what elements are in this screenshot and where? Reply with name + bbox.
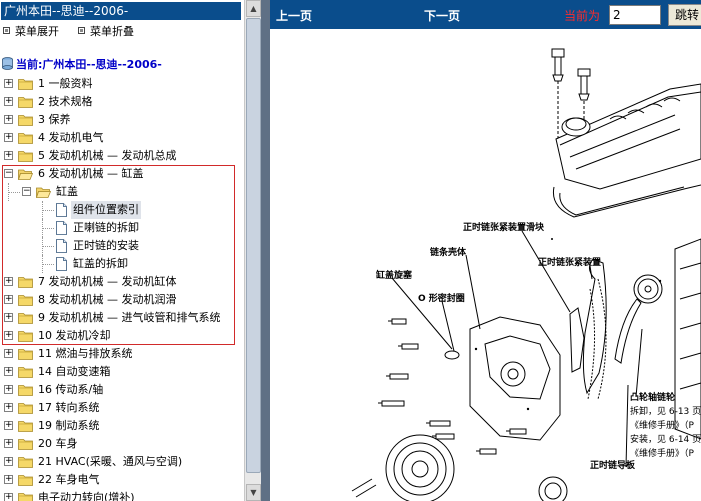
callout-chain-case: 链条壳体 [430,248,467,258]
expand-toggle-icon[interactable]: + [4,439,13,448]
pane-title: 广州本田--思迪--2006- [1,2,241,20]
menu-collapse-label: 菜单折叠 [90,25,134,38]
tree-item-label: 14 自动变速箱 [38,365,111,378]
tree-item-label: 1 一般资料 [38,77,93,90]
expand-toggle-icon[interactable]: + [4,403,13,412]
tree-root-label: 当前:广州本田--思迪--2006- [16,58,162,71]
tree-item-label: 5 发动机机械 — 发动机总成 [38,149,177,162]
expand-toggle-icon[interactable]: + [4,115,13,124]
expand-toggle-icon[interactable]: + [4,367,13,376]
left-scrollbar[interactable]: ▲ ▼ [244,0,261,501]
collapse-icon [78,27,85,34]
next-page-link[interactable]: 下一页 [424,7,460,24]
tree-item-label: 19 制动系统 [38,419,100,432]
expand-toggle-icon[interactable]: + [4,151,13,160]
menu-collapse-button[interactable]: 菜单折叠 [78,24,134,40]
page-toolbar: 上一页 下一页 当前为 跳转 [270,0,701,29]
callout-cam-sprocket: 凸轮轴链轮 [630,393,676,403]
menu-expand-button[interactable]: 菜单展开 [3,24,59,40]
expand-toggle-icon[interactable]: + [4,385,13,394]
tree-item-label: 17 转向系统 [38,401,100,414]
callout-tensioner-slider: 正时链张紧装置滑块 [463,223,545,233]
prev-page-link[interactable]: 上一页 [276,7,312,24]
expand-toggle-icon[interactable]: + [4,457,13,466]
database-icon [2,57,13,70]
tree-item-label: 电子动力转向(增补) [38,491,135,501]
current-page-label: 当前为 [564,9,601,23]
scrollbar-thumb[interactable] [246,18,261,473]
tree-item-label: 2 技术规格 [38,95,93,108]
tree-item-label: 4 发动机电气 [38,131,104,144]
expand-toggle-icon[interactable]: + [4,133,13,142]
highlight-box [2,165,235,345]
tree-item-label: 22 车身电气 [38,473,100,486]
scroll-up-icon[interactable]: ▲ [246,0,261,17]
tree-item-label: 20 车身 [38,437,78,450]
tree-item-label: 16 传动系/轴 [38,383,104,396]
jump-button[interactable]: 跳转 [668,4,701,26]
tree-item-label: 11 燃油与排放系统 [38,347,133,360]
expand-toggle-icon[interactable]: + [4,97,13,106]
expand-toggle-icon[interactable]: + [4,475,13,484]
menu-row: 菜单展开 菜单折叠 [0,24,244,40]
pane-splitter[interactable] [261,0,270,501]
left-pane: 广州本田--思迪--2006- 菜单展开 菜单折叠 当前:广州本田--思迪--2… [0,0,244,501]
scroll-down-icon[interactable]: ▼ [246,484,261,501]
tree-item-label: 21 HVAC(采暖、通风与空调) [38,455,183,468]
callout-o-ring: O 形密封圈 [418,294,465,304]
expand-toggle-icon[interactable]: + [4,493,13,501]
callout-manual-ref-1: 《维修手册》（P [630,421,694,431]
callout-chain-guide: 正时链导板 [590,461,636,471]
expand-toggle-icon[interactable]: + [4,349,13,358]
page-number-input[interactable] [609,5,661,25]
callout-removal-ref: 拆卸，见 6-13 页 [630,407,701,417]
diagram-area: 正时链张紧装置滑块 链条壳体 正时链张紧装置 缸盖旋塞 O 形密封圈 凸轮轴链轮… [270,29,701,501]
tree-root[interactable]: 当前:广州本田--思迪--2006- [2,57,162,73]
callout-chain-tensioner: 正时链张紧装置 [538,258,602,268]
callout-install-ref: 安装，见 6-14 页 [630,435,701,445]
menu-expand-label: 菜单展开 [15,25,59,38]
expand-toggle-icon[interactable]: + [4,79,13,88]
expand-toggle-icon[interactable]: + [4,421,13,430]
tree-item-label: 3 保养 [38,113,71,126]
callout-manual-ref-2: 《维修手册》（P [630,449,694,459]
expand-icon [3,27,10,34]
callout-head-plug: 缸盖旋塞 [376,271,413,281]
